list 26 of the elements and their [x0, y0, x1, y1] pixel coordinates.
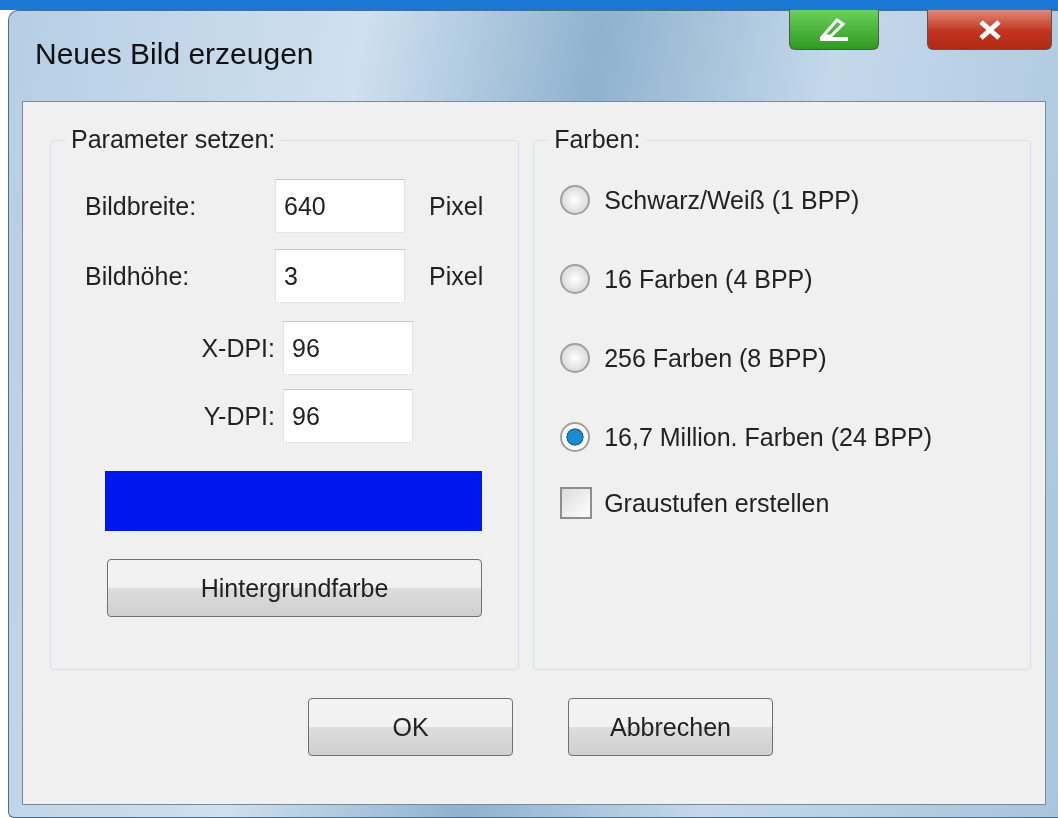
input-field[interactable]: 640: [275, 179, 405, 233]
ok-button[interactable]: OK: [308, 698, 513, 756]
background-color-button[interactable]: Hintergrundfarbe: [107, 559, 482, 617]
input-field[interactable]: 3: [275, 249, 405, 303]
input-field[interactable]: 96: [283, 389, 413, 443]
titlebar-button[interactable]: [789, 10, 879, 50]
checkbox-label: Graustufen erstellen: [604, 488, 830, 518]
option-label: 16,7 Million. Farben (24 BPP): [604, 422, 933, 452]
radio-button[interactable]: [560, 185, 591, 215]
option-label: 256 Farben (8 BPP): [604, 343, 827, 373]
close-button[interactable]: [927, 10, 1052, 50]
input-field[interactable]: 96: [283, 321, 413, 375]
option-label: 16 Farben (4 BPP): [604, 264, 813, 294]
checkbox[interactable]: [560, 487, 593, 519]
field-label: X-DPI:: [200, 333, 275, 363]
window-title: Neues Bild erzeugen: [35, 36, 314, 71]
field-label: Bildbreite:: [85, 191, 198, 221]
radio-button[interactable]: [560, 343, 591, 373]
unit-label: Pixel: [429, 261, 485, 291]
radio-button[interactable]: [560, 422, 591, 452]
field-label: Y-DPI:: [202, 401, 275, 431]
field-label: Bildhöhe:: [85, 261, 191, 291]
cancel-button[interactable]: Abbrechen: [568, 698, 773, 756]
option-label: Schwarz/Weiß (1 BPP): [604, 185, 860, 215]
unit-label: Pixel: [429, 191, 485, 221]
radio-button[interactable]: [560, 264, 591, 294]
